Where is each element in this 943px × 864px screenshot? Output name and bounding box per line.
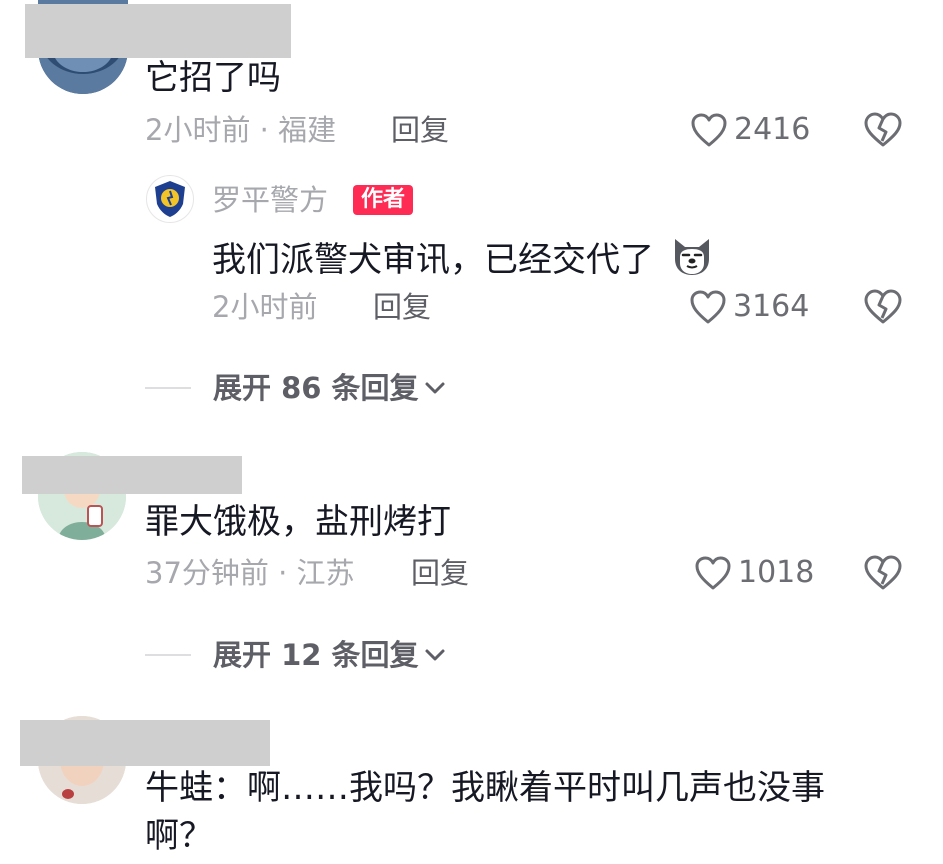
- sub-reply-button[interactable]: 回复: [373, 289, 431, 325]
- comment-text: 它招了吗: [145, 58, 281, 98]
- expand-replies-label: 展开 86 条回复: [213, 371, 419, 405]
- reply-button[interactable]: 回复: [411, 555, 469, 591]
- reply-button[interactable]: 回复: [391, 112, 449, 148]
- police-avatar[interactable]: [146, 175, 194, 223]
- heart-outline-icon: [690, 290, 726, 324]
- sub-reply-text: 我们派警犬审讯，已经交代了: [212, 233, 715, 282]
- broken-heart-icon[interactable]: [863, 553, 903, 593]
- redacted-username: [22, 456, 242, 494]
- expand-replies-button[interactable]: 展开 12 条回复: [145, 637, 447, 673]
- sub-reply-meta: 2小时前: [212, 290, 318, 324]
- author-badge: 作者: [353, 185, 414, 215]
- broken-heart-icon[interactable]: [863, 287, 903, 327]
- like-button[interactable]: 2416: [690, 110, 810, 150]
- heart-outline-icon: [691, 113, 727, 147]
- redacted-username: [25, 4, 291, 58]
- comment-meta: 2小时前 · 福建: [145, 113, 337, 147]
- police-badge-icon: [148, 177, 192, 221]
- chevron-down-icon: [425, 649, 445, 661]
- redacted-username: [20, 720, 270, 766]
- heart-outline-icon: [695, 556, 731, 590]
- expand-divider: [145, 654, 191, 656]
- dog-emoji-icon: [674, 239, 709, 275]
- like-button[interactable]: 1018: [694, 553, 814, 593]
- author-name[interactable]: 罗平警方: [212, 182, 328, 218]
- like-count: 1018: [738, 555, 815, 590]
- like-count: 3164: [733, 289, 810, 324]
- chevron-down-icon: [425, 382, 445, 394]
- comment-meta: 37分钟前 · 江苏: [145, 556, 355, 590]
- expand-replies-button[interactable]: 展开 86 条回复: [145, 370, 447, 406]
- expand-divider: [145, 387, 191, 389]
- sub-reply-text-content: 我们派警犬审讯，已经交代了: [212, 240, 654, 280]
- broken-heart-icon[interactable]: [863, 110, 903, 150]
- comment-text-line-2: 啊？: [145, 816, 213, 856]
- comment-text-line-1: 牛蛙：啊……我吗？我瞅着平时叫几声也没事: [145, 768, 825, 808]
- like-count: 2416: [734, 112, 811, 147]
- comment-text: 罪大饿极，盐刑烤打: [145, 502, 451, 542]
- expand-replies-label: 展开 12 条回复: [213, 638, 419, 672]
- sub-reply-like-button[interactable]: 3164: [689, 287, 809, 327]
